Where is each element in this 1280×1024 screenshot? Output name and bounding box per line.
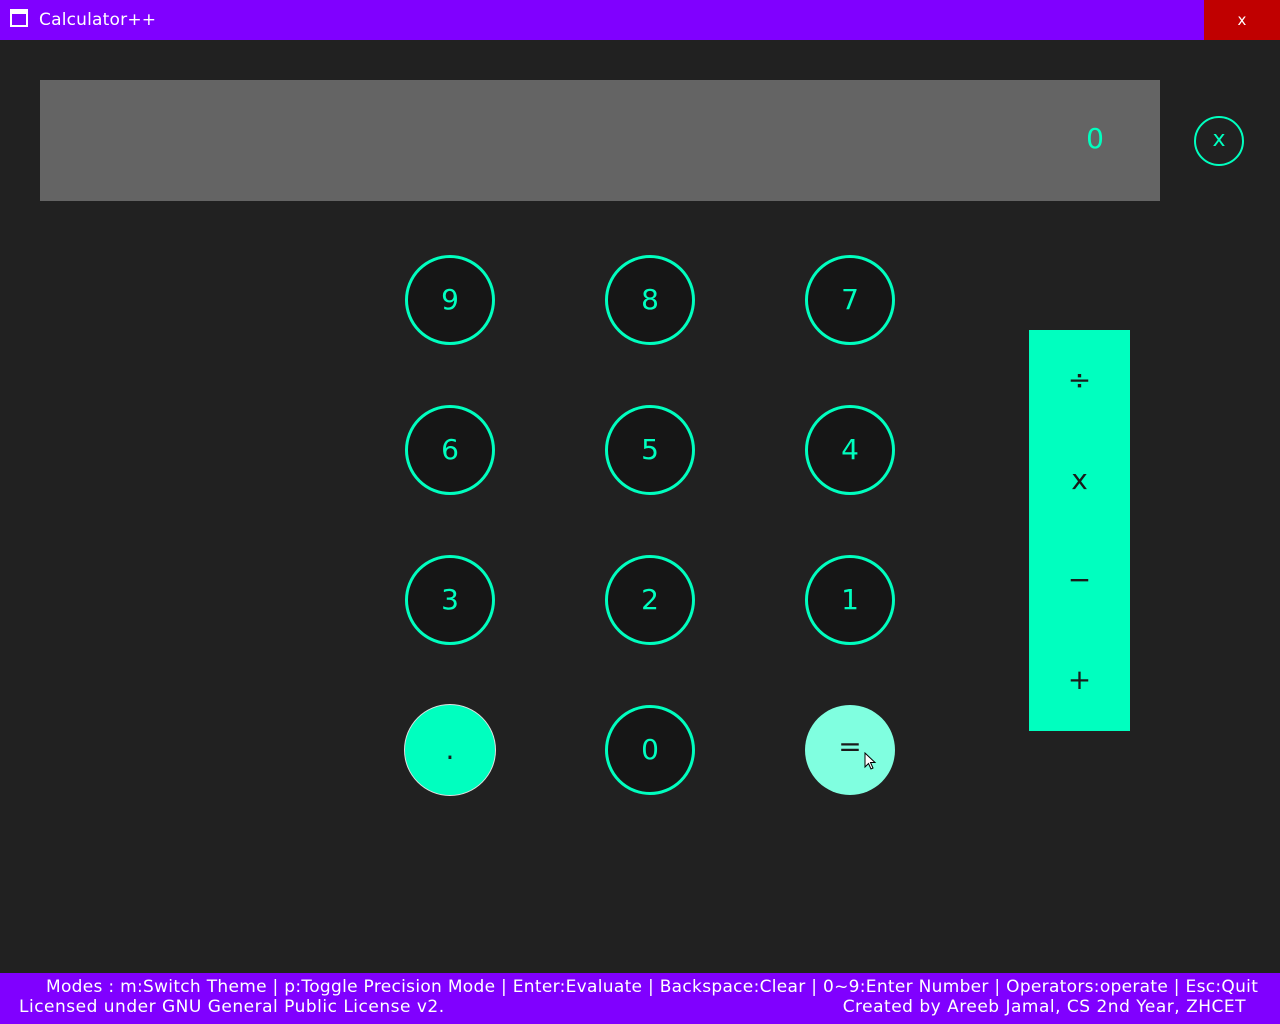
status-footer: Modes : m:Switch Theme | p:Toggle Precis… bbox=[0, 973, 1280, 1024]
close-window-button[interactable]: x bbox=[1204, 0, 1280, 40]
license-text: Licensed under GNU General Public Licens… bbox=[19, 997, 445, 1017]
multiply-button[interactable]: x bbox=[1029, 430, 1130, 530]
key-0[interactable]: 0 bbox=[605, 705, 695, 795]
key-9[interactable]: 9 bbox=[405, 255, 495, 345]
operator-panel: ÷ x − + bbox=[1029, 330, 1130, 731]
display-value: 0 bbox=[1086, 122, 1104, 155]
key-6[interactable]: 6 bbox=[405, 405, 495, 495]
window-title: Calculator++ bbox=[39, 10, 157, 30]
key-1[interactable]: 1 bbox=[805, 555, 895, 645]
key-7[interactable]: 7 bbox=[805, 255, 895, 345]
key-5[interactable]: 5 bbox=[605, 405, 695, 495]
key-decimal[interactable]: . bbox=[405, 705, 495, 795]
key-equals[interactable]: = bbox=[805, 705, 895, 795]
add-button[interactable]: + bbox=[1029, 630, 1130, 730]
subtract-button[interactable]: − bbox=[1029, 530, 1130, 630]
title-bar: Calculator++ x bbox=[0, 0, 1280, 40]
key-3[interactable]: 3 bbox=[405, 555, 495, 645]
divide-button[interactable]: ÷ bbox=[1029, 330, 1130, 430]
key-4[interactable]: 4 bbox=[805, 405, 895, 495]
mouse-cursor-icon bbox=[864, 752, 877, 770]
clear-button[interactable]: x bbox=[1194, 116, 1244, 166]
shortcuts-help: Modes : m:Switch Theme | p:Toggle Precis… bbox=[46, 977, 1259, 997]
calculator-display: 0 bbox=[40, 80, 1160, 201]
key-2[interactable]: 2 bbox=[605, 555, 695, 645]
window-icon bbox=[10, 9, 28, 27]
credits-text: Created by Areeb Jamal, CS 2nd Year, ZHC… bbox=[842, 997, 1246, 1017]
key-8[interactable]: 8 bbox=[605, 255, 695, 345]
